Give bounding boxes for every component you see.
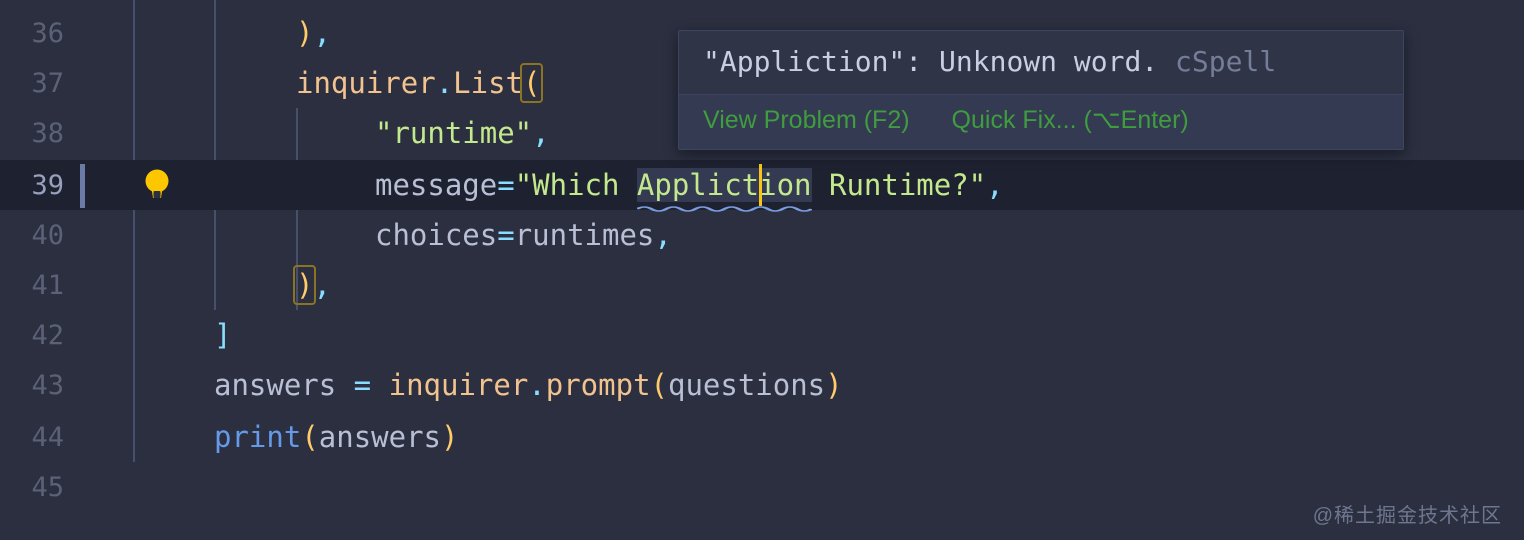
token-dot: . bbox=[435, 66, 454, 100]
diagnostic-hover-tooltip[interactable]: "Appliction": Unknown word. cSpell View … bbox=[678, 30, 1404, 150]
token-dot: . bbox=[528, 368, 546, 402]
line-number: 45 bbox=[31, 471, 64, 503]
token-comma: , bbox=[986, 168, 1004, 202]
line-number: 40 bbox=[31, 219, 64, 251]
hover-action-bar: View Problem (F2) Quick Fix... (⌥Enter) bbox=[679, 94, 1403, 149]
line-number: 43 bbox=[31, 369, 64, 401]
line-number-active: 39 bbox=[31, 169, 64, 201]
line-number: 38 bbox=[31, 117, 64, 149]
line-content: "runtime", bbox=[375, 108, 550, 158]
token-builtin-print: print bbox=[214, 420, 302, 454]
token-open-paren: ( bbox=[301, 420, 319, 454]
token-quote: " bbox=[968, 168, 987, 202]
token-comma: , bbox=[532, 116, 550, 150]
view-problem-link[interactable]: View Problem (F2) bbox=[703, 106, 910, 135]
hover-message-word: "Appliction" bbox=[703, 45, 906, 78]
token-string: "runtime" bbox=[375, 116, 533, 150]
active-line-marker bbox=[80, 164, 85, 208]
token-identifier: runtimes bbox=[514, 218, 655, 252]
misspelled-word-text: Appliction bbox=[636, 168, 812, 202]
token-close-paren-matched: ) bbox=[292, 265, 317, 305]
line-content: print(answers) bbox=[214, 412, 458, 462]
line-number: 36 bbox=[31, 17, 64, 49]
token-comma: , bbox=[654, 218, 672, 252]
hover-source: cSpell bbox=[1175, 45, 1277, 78]
hover-message-text: : Unknown word. bbox=[905, 45, 1159, 78]
token-open-paren: ( bbox=[650, 368, 668, 402]
token-variable: answers bbox=[214, 368, 337, 402]
text-caret bbox=[759, 164, 762, 206]
token-equals: = bbox=[497, 168, 515, 202]
hover-message-body: "Appliction": Unknown word. cSpell bbox=[679, 31, 1403, 94]
token-equals: = bbox=[336, 368, 389, 402]
token-param-name: message bbox=[375, 168, 498, 202]
token-comma: , bbox=[313, 16, 331, 50]
watermark: @稀土掘金技术社区 bbox=[1312, 505, 1502, 527]
token-close-paren: ) bbox=[825, 368, 843, 402]
token-close-bracket: ] bbox=[214, 318, 232, 352]
token-object: inquirer bbox=[296, 66, 436, 100]
token-argument: questions bbox=[668, 368, 826, 402]
token-method: prompt bbox=[545, 368, 651, 402]
line-content: ), bbox=[296, 8, 331, 58]
token-close-paren: ) bbox=[441, 420, 459, 454]
editor-line[interactable]: 40 choices = runtimes, bbox=[0, 210, 1524, 260]
token-equals: = bbox=[497, 218, 515, 252]
token-quote: " bbox=[514, 168, 533, 202]
token-argument: answers bbox=[318, 420, 441, 454]
code-editor[interactable]: 36 ), 37 inquirer. List( 38 "runtime", 39 bbox=[0, 0, 1524, 540]
token-object: inquirer bbox=[388, 368, 529, 402]
token-paren: ) bbox=[296, 16, 314, 50]
token-method: List bbox=[453, 66, 523, 100]
line-number: 37 bbox=[31, 67, 64, 99]
hover-message: "Appliction": Unknown word. cSpell bbox=[703, 45, 1379, 78]
quick-fix-link[interactable]: Quick Fix... (⌥Enter) bbox=[952, 105, 1189, 135]
editor-line[interactable]: 45 bbox=[0, 462, 1524, 512]
misspelled-word[interactable]: Appliction bbox=[636, 168, 812, 212]
line-content: choices = runtimes, bbox=[375, 210, 672, 260]
line-number: 42 bbox=[31, 319, 64, 351]
line-content: inquirer. List( bbox=[296, 58, 544, 108]
line-content: ), bbox=[292, 260, 331, 310]
line-content: answers = inquirer. prompt(questions) bbox=[214, 360, 843, 410]
token-string-part: Which bbox=[532, 168, 637, 202]
editor-line[interactable]: 43 answers = inquirer. prompt(questions) bbox=[0, 360, 1524, 410]
token-string-part: Runtime? bbox=[811, 168, 969, 202]
editor-line-active[interactable]: 39 message = " Which Appliction Runtime? ", bbox=[0, 160, 1524, 212]
line-number: 41 bbox=[31, 269, 64, 301]
editor-line[interactable]: 41 ), bbox=[0, 260, 1524, 310]
editor-line[interactable]: 42 ] bbox=[0, 310, 1524, 360]
editor-line[interactable]: 44 print(answers) bbox=[0, 412, 1524, 462]
token-open-paren-matched: ( bbox=[519, 63, 544, 103]
line-content: message = " Which Appliction Runtime? ", bbox=[375, 160, 1004, 212]
token-param-name: choices bbox=[375, 218, 498, 252]
lightbulb-quickfix-icon[interactable] bbox=[134, 160, 180, 210]
line-number: 44 bbox=[31, 421, 64, 453]
line-content: ] bbox=[214, 310, 231, 360]
token-comma: , bbox=[313, 268, 331, 302]
